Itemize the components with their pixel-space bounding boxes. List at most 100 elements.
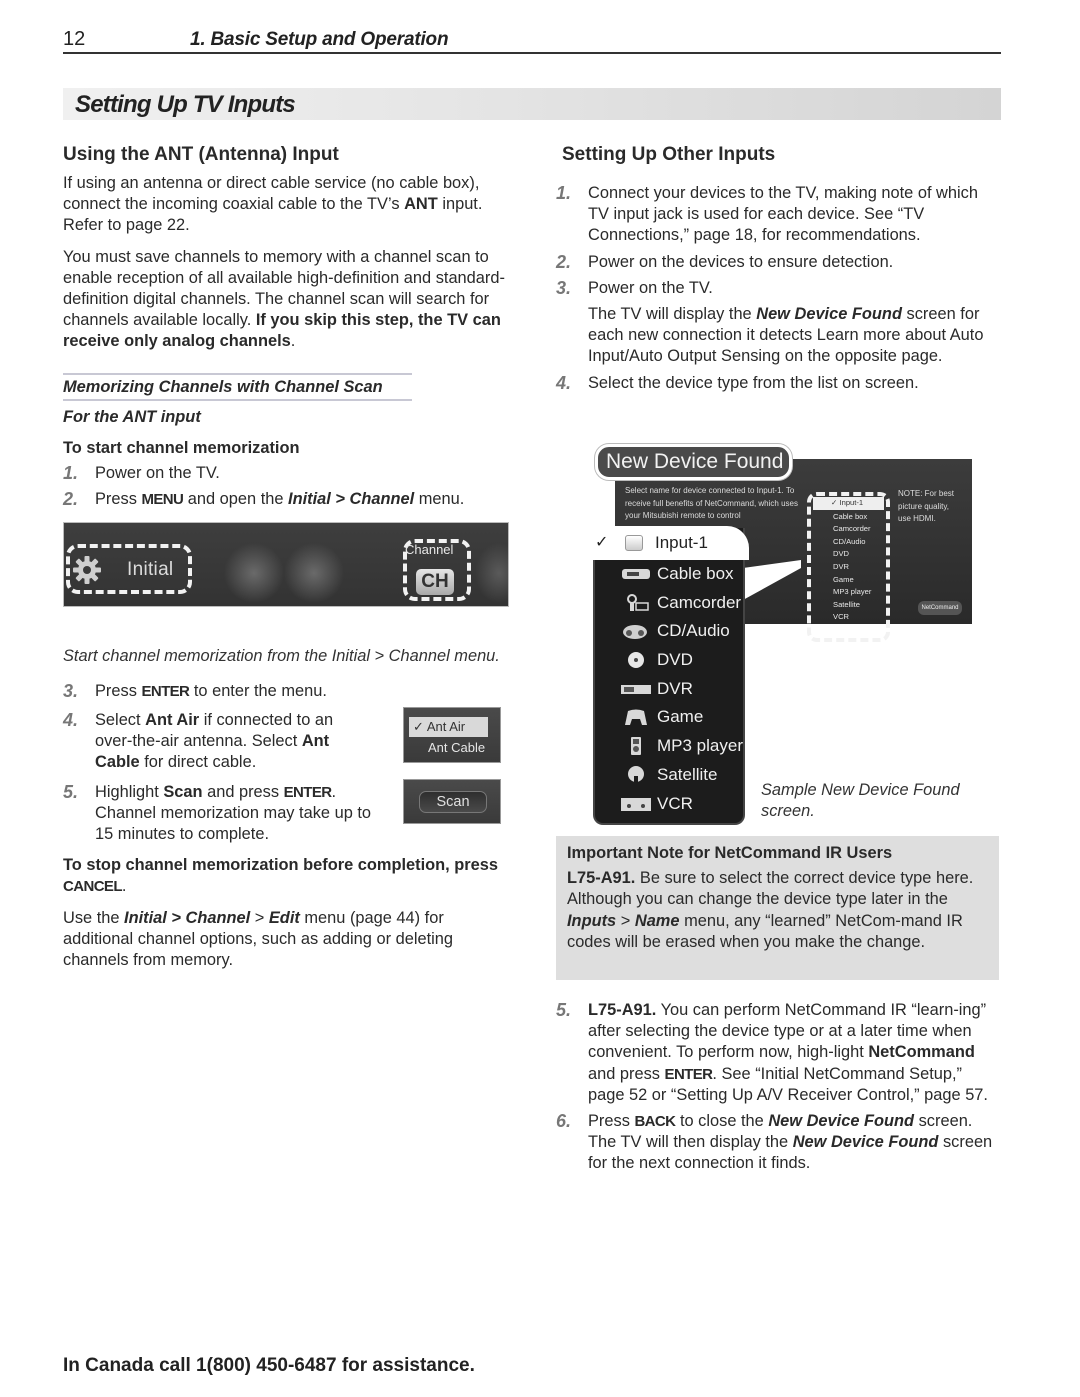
- stop-memorization-note: To stop channel memorization before comp…: [63, 855, 513, 897]
- ant-input-heading: Using the ANT (Antenna) Input: [63, 144, 339, 165]
- text: Press: [588, 1112, 635, 1131]
- step-1: 1. Power on the TV.: [63, 463, 513, 484]
- check-icon: ✓: [831, 498, 838, 507]
- new-device-found-screenshot: Select name for device connected to Inpu…: [589, 440, 973, 825]
- text: and press: [588, 1064, 665, 1083]
- step-text: Connect your devices to the TV, making n…: [588, 184, 978, 245]
- ant-air-option: ✓ Ant Air: [409, 717, 488, 737]
- text: menu.: [414, 490, 465, 509]
- device-item-cable-box: Cable box: [595, 560, 743, 589]
- device-label: Game: [657, 707, 704, 727]
- device-item-camcorder: Camcorder: [595, 589, 743, 618]
- device-item-satellite: Satellite: [595, 761, 743, 790]
- text: Select: [95, 711, 146, 730]
- text: Use the: [63, 908, 125, 927]
- step-6: 6. Press BACK to close the New Device Fo…: [556, 1111, 1002, 1175]
- bold-text: NetCommand: [868, 1043, 975, 1062]
- bold-text: To stop channel memorization before comp…: [63, 856, 499, 875]
- netcommand-note-box: Important Note for NetCommand IR Users L…: [556, 836, 999, 980]
- step-text: Power on the devices to ensure detection…: [588, 252, 894, 271]
- note-body: L75-A91. Be sure to select the correct d…: [567, 868, 988, 953]
- device-item: MP3 player: [833, 587, 872, 597]
- screen-name: New Device Found: [756, 305, 902, 324]
- channel-scan-paragraph: You must save channels to memory with a …: [63, 247, 513, 353]
- text: for direct cable.: [139, 753, 257, 772]
- ant-cable-option: Ant Cable: [428, 740, 486, 755]
- step-number: 3.: [63, 680, 79, 701]
- tv-menu-screenshot: Initial Channel CH: [63, 522, 509, 607]
- ant-options-screenshot: ✓ Ant Air Ant Cable: [403, 707, 501, 763]
- screen-name: New Device Found: [768, 1112, 915, 1131]
- step-3: 3. Press ENTER to enter the menu.: [63, 681, 513, 702]
- menu-path: Initial > Channel: [288, 490, 415, 509]
- menu-path: Name: [634, 911, 680, 930]
- text: Press: [95, 490, 142, 509]
- callout-pointer: [743, 560, 801, 600]
- cd-audio-icon: [623, 625, 647, 640]
- device-item: Satellite: [833, 599, 861, 609]
- step-number: 2.: [556, 251, 572, 272]
- key-name: ENTER: [283, 783, 332, 801]
- device-item-selected: ✓ Input-1: [589, 526, 749, 560]
- dvd-icon: [628, 652, 644, 669]
- key-name: BACK: [634, 1113, 676, 1131]
- text: and press: [202, 782, 284, 801]
- for-ant-input-heading: For the ANT input: [63, 407, 201, 426]
- screen-name: New Device Found: [792, 1133, 939, 1152]
- device-label: Input-1: [655, 533, 708, 552]
- vcr-icon: [621, 797, 651, 811]
- bold-text: Scan: [163, 782, 203, 801]
- page-number: 12: [63, 28, 86, 50]
- step-2: 2. Power on the devices to ensure detect…: [556, 252, 1002, 273]
- step-text: Power on the TV.: [95, 464, 220, 483]
- step-number: 1.: [556, 183, 572, 203]
- dvr-icon: [621, 684, 651, 694]
- text: Highlight: [95, 782, 164, 801]
- satellite-icon: [628, 765, 644, 784]
- device-label: Input-1: [839, 498, 864, 507]
- step-2: 2. Press MENU and open the Initial > Cha…: [63, 489, 513, 510]
- text: to close the: [675, 1112, 769, 1131]
- key-name: ENTER: [664, 1065, 713, 1083]
- device-item: Game: [833, 574, 854, 584]
- game-controller-icon: [625, 709, 647, 726]
- step-number: 5.: [63, 781, 79, 802]
- key-name: MENU: [141, 491, 184, 509]
- text: >: [616, 911, 635, 930]
- memorizing-channels-heading: Memorizing Channels with Channel Scan: [63, 372, 412, 401]
- key-name: ENTER: [141, 682, 190, 700]
- text: and open the: [183, 490, 289, 509]
- step-number: 2.: [63, 489, 79, 510]
- menu-path: Initial > Channel: [124, 908, 251, 927]
- canada-assistance-footer: In Canada call 1(800) 450-6487 for assis…: [63, 1355, 475, 1376]
- step-4: 4. Select the device type from the list …: [556, 373, 1002, 394]
- step-5: 5. L75-A91. You can perform NetCommand I…: [556, 1000, 1002, 1106]
- ndf-device-list-small: ✓ Input-1 Cable box Camcorder CD/Audio D…: [807, 492, 890, 642]
- device-item-selected: ✓ Input-1: [813, 497, 884, 510]
- text: .: [290, 332, 296, 351]
- device-item-dvr: DVR: [595, 675, 743, 704]
- menu-caption: Start channel memorization from the Init…: [63, 646, 500, 665]
- text: to enter the menu.: [189, 681, 327, 700]
- text: .: [121, 877, 127, 896]
- check-icon: ✓: [413, 719, 424, 734]
- scan-button: Scan: [419, 791, 487, 813]
- ant-intro-paragraph: If using an antenna or direct cable serv…: [63, 173, 513, 237]
- device-label: Cable box: [657, 564, 734, 583]
- start-memorization-heading: To start channel memorization: [63, 439, 300, 458]
- key-name: CANCEL: [63, 878, 123, 896]
- device-label: MP3 player: [657, 736, 743, 756]
- step-4: 4. Select Ant Air if connected to an ove…: [63, 710, 363, 774]
- ndf-device-list-enlarged: Cable box Camcorder CD/Audio DVD DVR Gam…: [593, 528, 745, 825]
- device-label: Satellite: [657, 764, 718, 784]
- device-item-dvd: DVD: [595, 646, 743, 675]
- device-label: VCR: [657, 793, 693, 813]
- text: The TV will display the: [588, 305, 757, 324]
- option-label: Ant Air: [426, 719, 466, 734]
- ndf-description: Select name for device connected to Inpu…: [625, 486, 798, 520]
- ndf-hdmi-note: NOTE: For best picture quality, use HDMI…: [898, 489, 955, 523]
- device-item: DVR: [833, 561, 850, 571]
- right-column: Setting Up Other Inputs 1. Connect your …: [556, 143, 1002, 399]
- device-item: Cable box: [833, 511, 868, 521]
- step-1: 1. Connect your devices to the TV, makin…: [556, 183, 1002, 247]
